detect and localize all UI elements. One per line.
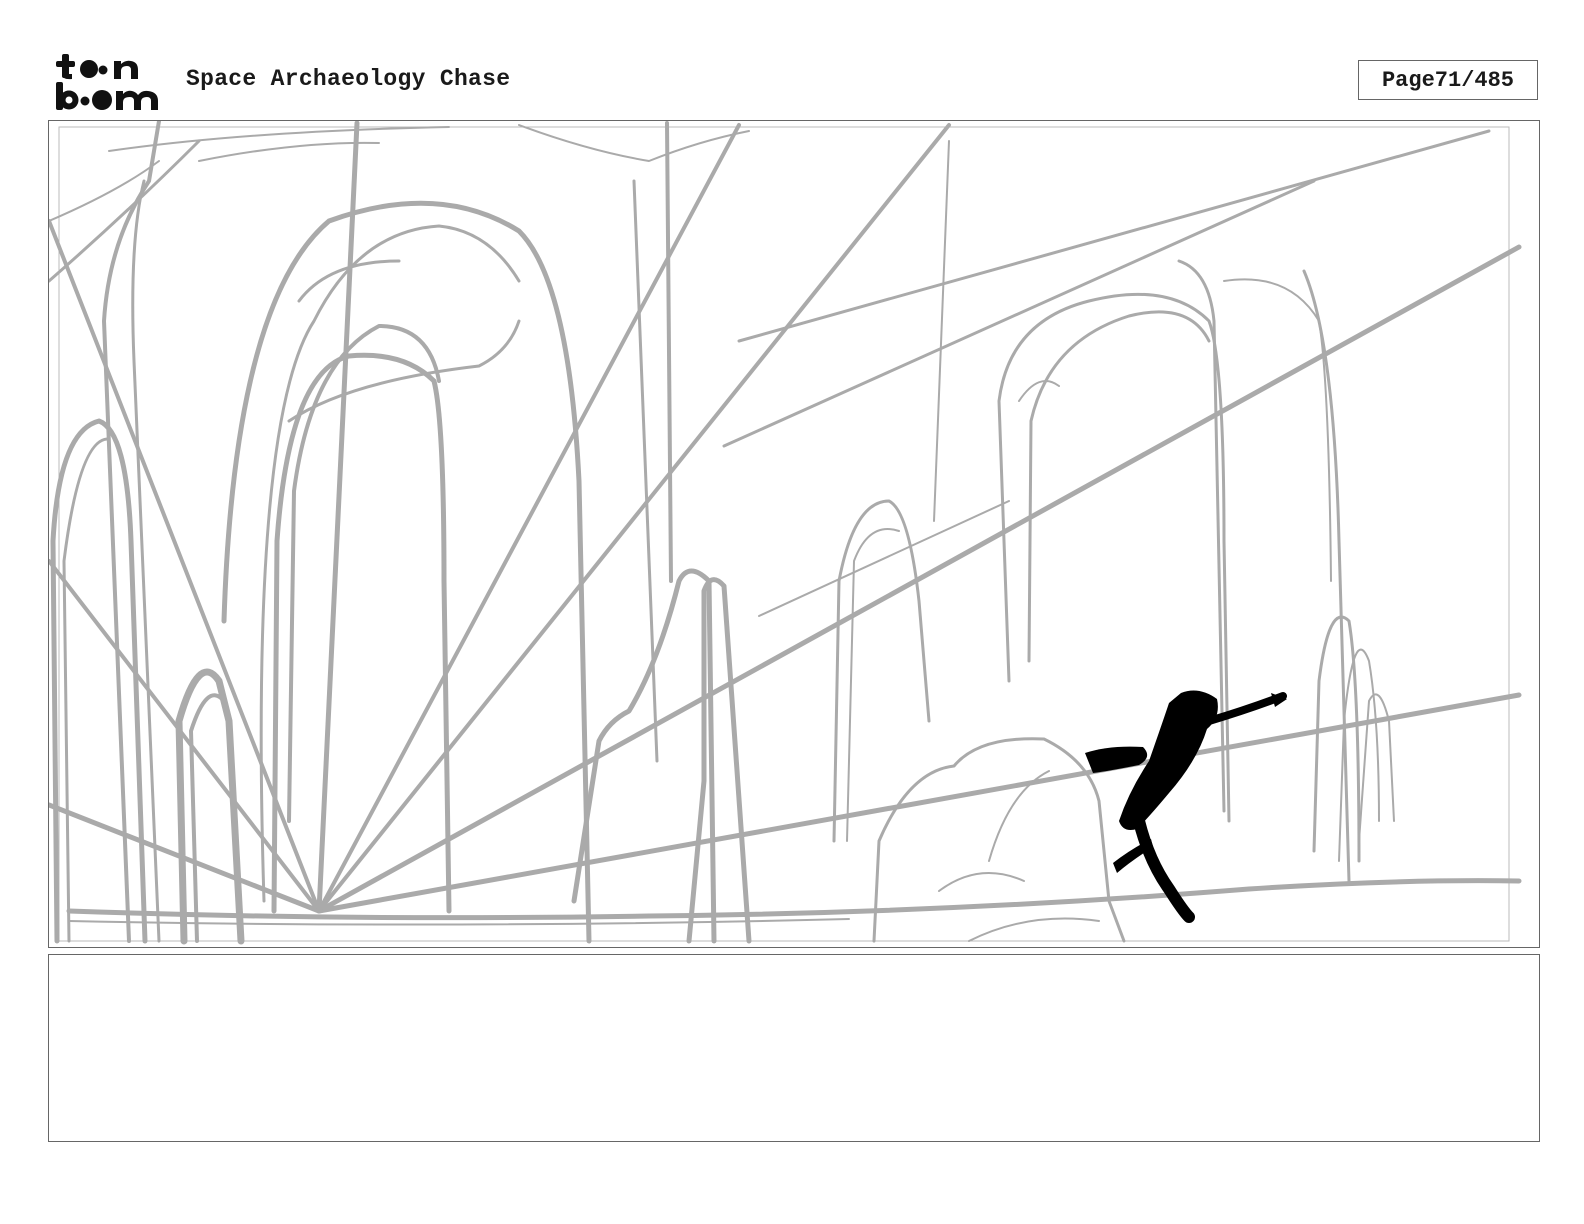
panel-sketch <box>49 121 1522 945</box>
panel-notes-box[interactable] <box>48 954 1540 1142</box>
toon-boom-logo-mark <box>56 54 158 110</box>
page-indicator: Page 71/485 <box>1358 60 1538 100</box>
page-number: 71/485 <box>1434 67 1515 93</box>
toon-boom-logo <box>52 52 164 112</box>
background-sketch <box>49 121 1522 945</box>
storyboard-panel <box>48 120 1540 948</box>
project-title: Space Archaeology Chase <box>186 66 511 92</box>
page-label: Page <box>1381 67 1435 93</box>
character-figure <box>1085 690 1287 923</box>
